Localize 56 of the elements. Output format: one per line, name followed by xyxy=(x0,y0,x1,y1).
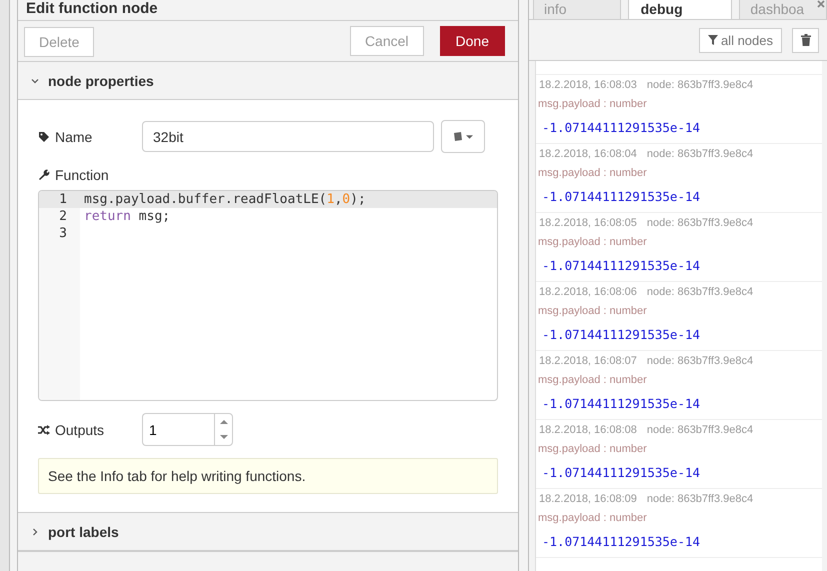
message-type: msg.payload : number xyxy=(538,374,648,386)
message-time: 18.2.2018, 16:08:04 xyxy=(539,148,637,160)
line-number: 1 xyxy=(58,191,68,208)
help-tip: See the Info tab for help writing functions. xyxy=(38,458,498,494)
message-time: 18.2.2018, 16:08:06 xyxy=(539,286,637,298)
message-time: 18.2.2018, 16:08:07 xyxy=(539,355,637,367)
line-number: 3 xyxy=(58,225,68,242)
message-time: 18.2.2018, 16:08:05 xyxy=(539,217,637,229)
field-label: Function xyxy=(55,167,109,183)
close-icon[interactable] xyxy=(817,0,825,8)
message-type: msg.payload : number xyxy=(538,443,648,455)
chevron-icon xyxy=(31,528,39,536)
tag-icon xyxy=(38,130,50,142)
field-label: Name xyxy=(55,128,92,144)
message-time: 18.2.2018, 16:08:08 xyxy=(539,424,637,436)
node-id-label: node: 863b7ff3.9e8c4 xyxy=(646,424,754,436)
filter-icon xyxy=(708,35,718,45)
message-value: -1.07144111291535e-14 xyxy=(541,396,702,411)
message-value: -1.07144111291535e-14 xyxy=(541,258,702,273)
node-id-label: node: 863b7ff3.9e8c4 xyxy=(646,355,754,367)
filter-button[interactable]: all nodes xyxy=(698,28,782,52)
message-type: msg.payload : number xyxy=(538,305,648,317)
message-type: msg.payload : number xyxy=(538,512,648,524)
message-value: -1.07144111291535e-14 xyxy=(541,189,702,204)
message-value: -1.07144111291535e-14 xyxy=(541,534,702,549)
trash-icon xyxy=(800,34,810,46)
spinner-arrows[interactable] xyxy=(214,413,233,446)
code-line: return msg; xyxy=(83,208,170,225)
message-type: msg.payload : number xyxy=(538,236,648,248)
message-time: 18.2.2018, 16:08:09 xyxy=(539,493,637,505)
done-button[interactable]: Done xyxy=(440,26,505,56)
message-type: msg.payload : number xyxy=(538,167,648,179)
message-time: 18.2.2018, 16:08:03 xyxy=(539,79,637,91)
node-id-label: node: 863b7ff3.9e8c4 xyxy=(646,217,754,229)
message-type: msg.payload : number xyxy=(538,98,648,110)
message-value: -1.07144111291535e-14 xyxy=(541,465,702,480)
node-id-label: node: 863b7ff3.9e8c4 xyxy=(646,148,754,160)
line-number: 2 xyxy=(58,208,68,225)
message-value: -1.07144111291535e-14 xyxy=(541,120,702,135)
sidebar-tab[interactable]: debug xyxy=(628,0,732,19)
trash-button[interactable] xyxy=(792,28,819,52)
wrench-icon xyxy=(38,169,50,181)
node-id-label: node: 863b7ff3.9e8c4 xyxy=(646,79,754,91)
tray-title: Edit function node xyxy=(18,0,518,21)
field-label: Outputs xyxy=(55,422,104,438)
caret-icon xyxy=(466,134,473,138)
code-editor[interactable]: 1 msg.payload.buffer.readFloatLE(1,0); 2 return msg; 3 xyxy=(38,190,498,401)
name-input-field[interactable]: 32bit xyxy=(142,121,434,152)
node-id-label: node: 863b7ff3.9e8c4 xyxy=(646,493,754,505)
outputs-input-field[interactable]: 1 xyxy=(142,413,214,446)
shuffle-icon xyxy=(38,424,50,436)
message-value: -1.07144111291535e-14 xyxy=(541,327,702,342)
node-id-label: node: 863b7ff3.9e8c4 xyxy=(646,286,754,298)
library-button[interactable] xyxy=(441,120,485,153)
code-line: msg.payload.buffer.readFloatLE(1,0); xyxy=(83,191,366,208)
chevron-icon xyxy=(31,76,39,84)
